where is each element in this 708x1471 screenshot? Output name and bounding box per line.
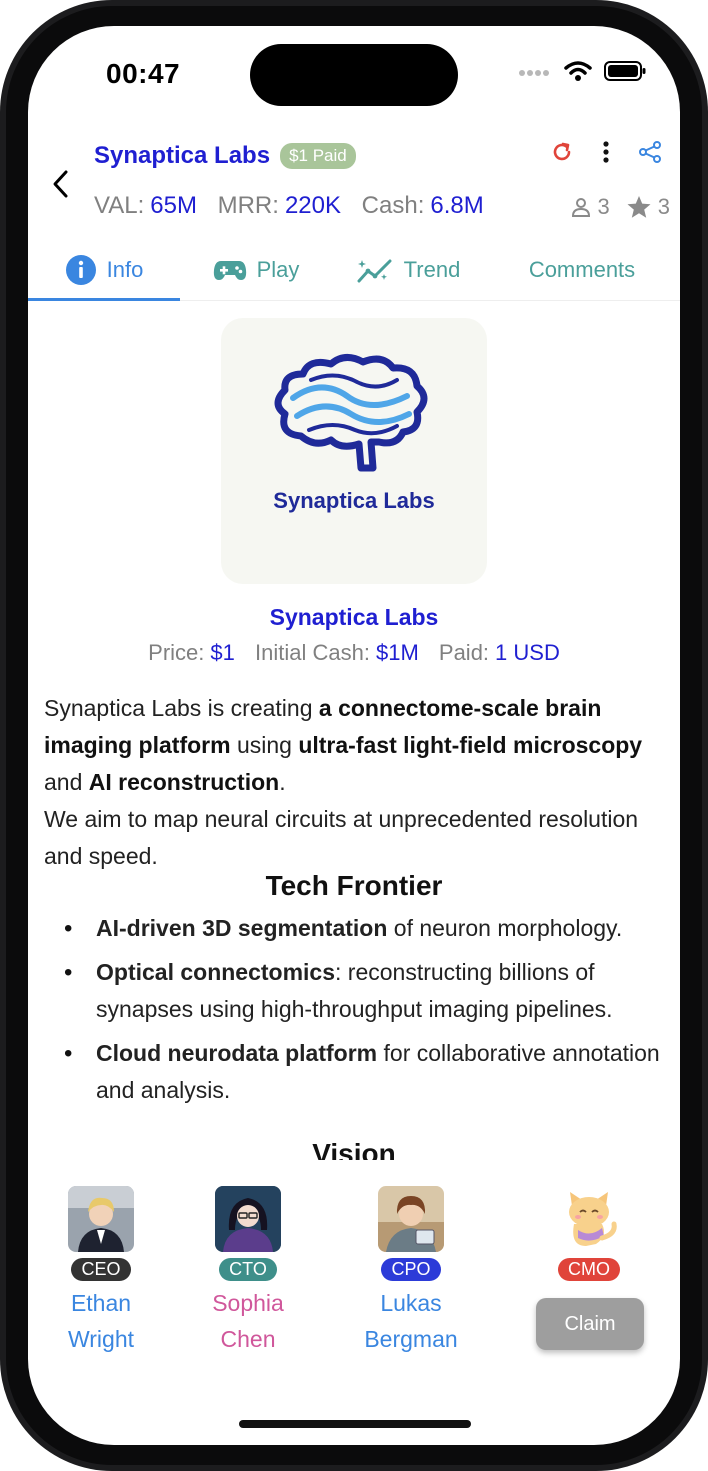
team-roster: CEO Ethan Wright CTO Sophia Chen CPO Luk… [28,1186,680,1386]
tab-play[interactable]: Play [180,240,332,300]
list-item: Optical connectomics: reconstructing bil… [64,954,680,1028]
bullet-bold: AI-driven 3D segmentation [96,915,388,941]
trend-icon [357,259,392,283]
paid-value: 1 USD [495,640,560,665]
val-value: 65M [150,192,197,219]
company-title: Synaptica Labs [94,142,271,169]
status-icons [518,60,646,82]
tech-frontier-heading: Tech Frontier [265,870,443,901]
desc-bold: ultra-fast light-field microscopy [298,732,643,758]
tab-comments-label: Comments [528,257,636,282]
member-name: Lukas Bergman [346,1285,476,1357]
tab-bar: Info Play Trend Comments [28,240,680,301]
list-item: AI-driven 3D segmentation of neuron morp… [64,910,680,947]
avatar [556,1186,622,1252]
paid-label: Paid: [438,640,490,665]
avatar [215,1186,281,1252]
initial-cash-value: $1M [375,640,419,665]
tab-trend-label: Trend [403,257,461,282]
company-logo: Synaptica Labs [221,318,487,584]
member-last-name: Chen [220,1326,276,1352]
member-first-name: Ethan [70,1290,132,1316]
logo-wordmark: Synaptica Labs [273,488,435,513]
price-label: Price: [148,640,205,665]
team-member-cpo[interactable]: CPO Lukas Bergman [346,1186,476,1357]
wifi-icon [564,61,592,81]
cash-label: Cash: [361,192,425,219]
desc-text: and [44,769,89,795]
member-name: Sophia Chen [183,1285,313,1357]
bullet-bold: Cloud neurodata platform [96,1040,378,1066]
header-actions [550,140,662,164]
member-first-name: Sophia [212,1290,284,1316]
bullet-text: of neuron morphology. [387,915,623,941]
price-row: Price: $1 Initial Cash: $1M Paid: 1 USD [28,640,680,666]
cto-avatar-icon [215,1186,281,1252]
desc-text: . [279,769,286,795]
dynamic-island [250,44,458,106]
company-name: Synaptica Labs [269,604,439,630]
metrics-row: VAL: 65M MRR: 220K Cash: 6.8M [94,192,498,220]
vision-heading: Vision [312,1138,396,1160]
status-time: 00:47 [106,58,181,89]
title-row: Synaptica Labs $1 Paid [94,142,356,170]
ceo-avatar-icon [68,1186,134,1252]
cash-value: 6.8M [430,192,484,219]
info-content[interactable]: Synaptica Labs Synaptica Labs Price: $1 I… [28,302,680,1160]
battery-icon [604,61,646,81]
mrr-value: 220K [284,192,341,219]
list-item: Cloud neurodata platform for collaborati… [64,1035,680,1109]
member-first-name: Lukas [380,1290,442,1316]
role-badge: CPO [381,1258,441,1281]
tab-info-label: Info [106,257,144,282]
refresh-icon[interactable] [550,140,574,164]
avatar [378,1186,444,1252]
stars-count: 3 [657,194,670,219]
team-member-cto[interactable]: CTO Sophia Chen [183,1186,313,1357]
screen: 00:47 Synaptica Labs $1 Paid VAL: 65M MR… [28,26,680,1445]
member-last-name: Wright [67,1326,135,1352]
team-member-cmo[interactable]: CMO [524,1186,654,1281]
desc-bold: AI reconstruction [88,769,280,795]
cat-mascot-icon [569,1192,617,1246]
avatar [68,1186,134,1252]
team-member-ceo[interactable]: CEO Ethan Wright [36,1186,166,1357]
home-indicator[interactable] [239,1420,471,1428]
company-header: Synaptica Labs $1 Paid VAL: 65M MRR: 220… [28,136,680,226]
tab-comments[interactable]: Comments [484,240,680,300]
tab-info[interactable]: Info [28,240,180,301]
more-vertical-icon[interactable] [598,140,614,164]
gamepad-icon [213,261,246,280]
role-badge: CEO [71,1258,131,1281]
share-icon[interactable] [638,140,662,164]
bullet-bold: Optical connectomics [96,959,336,985]
member-last-name: Bergman [364,1326,458,1352]
role-badge: CTO [219,1258,277,1281]
phone-frame: 00:47 Synaptica Labs $1 Paid VAL: 65M MR… [0,0,708,1471]
info-icon [65,255,96,285]
val-label: VAL: [94,192,145,219]
cpo-avatar-icon [378,1186,444,1252]
mrr-label: MRR: [217,192,279,219]
star-icon [627,196,651,218]
desc-text: using [230,732,299,758]
role-badge: CMO [558,1258,620,1281]
desc-mission: We aim to map neural circuits at unprece… [44,806,639,869]
tab-play-label: Play [256,257,300,282]
tech-bullets: AI-driven 3D segmentation of neuron morp… [64,910,680,1116]
initial-cash-label: Initial Cash: [255,640,370,665]
description: Synaptica Labs is creating a connectome-… [44,690,656,875]
back-chevron-icon[interactable] [46,166,76,202]
price-value: $1 [210,640,235,665]
desc-text: Synaptica Labs is creating [44,695,319,721]
claim-button[interactable]: Claim [536,1298,644,1350]
brain-logo-icon [274,354,428,472]
cellular-signal-icon [519,70,549,76]
person-icon [571,198,590,217]
tab-trend[interactable]: Trend [332,240,484,300]
stats-row: 3 3 [570,194,670,220]
paid-badge: $1 Paid [280,143,356,169]
member-name: Ethan Wright [36,1285,166,1357]
members-count: 3 [597,194,610,219]
